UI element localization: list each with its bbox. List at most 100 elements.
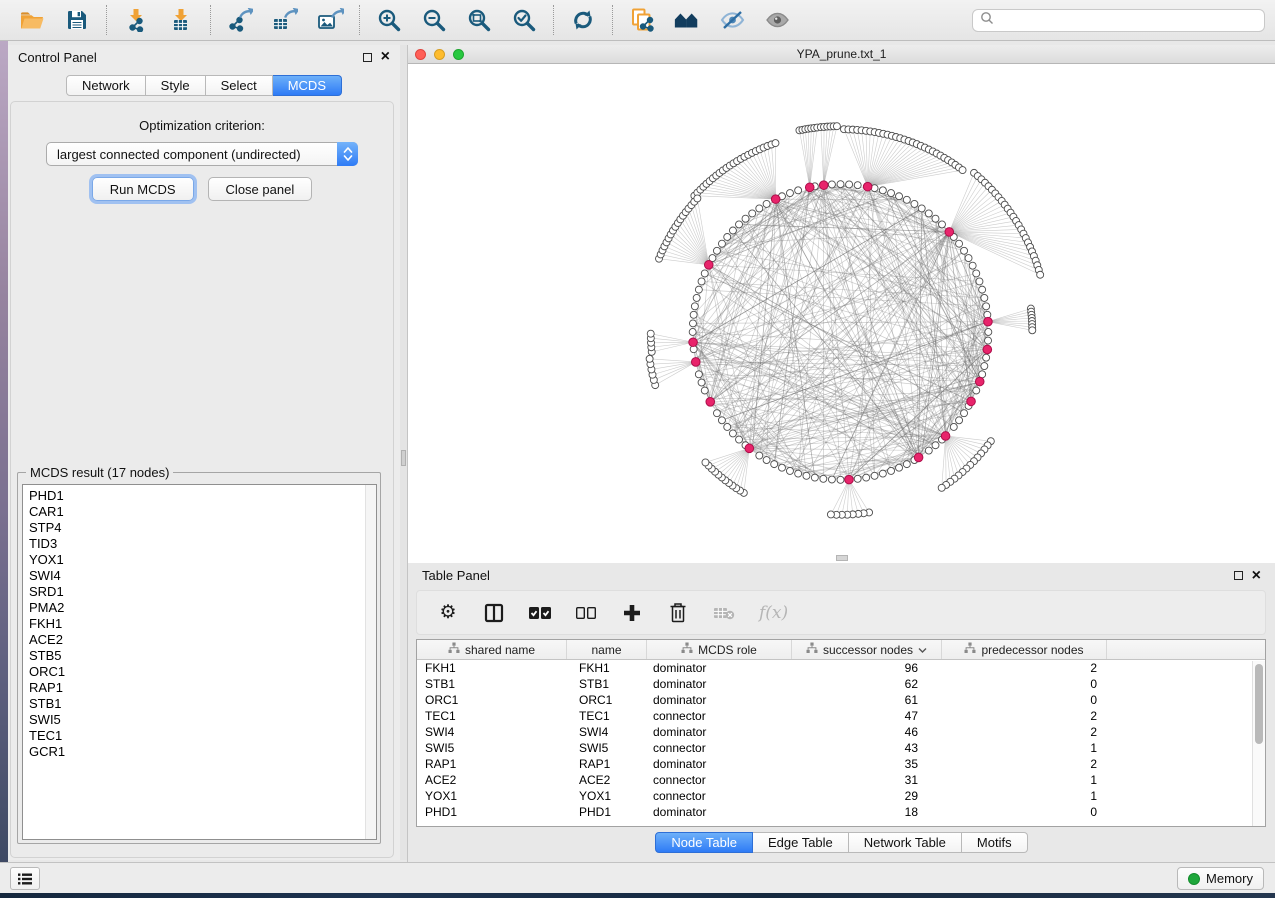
table-row[interactable]: PHD1PHD1dominator180	[417, 804, 1265, 820]
cell: dominator	[647, 804, 792, 820]
float-table-panel-icon[interactable]	[1234, 571, 1243, 580]
zoom-fit-icon[interactable]	[465, 6, 493, 34]
tab-node-table[interactable]: Node Table	[655, 832, 753, 853]
mcds-result-item[interactable]: TID3	[29, 536, 376, 552]
cell: FKH1	[417, 660, 567, 676]
table-row[interactable]: YOX1YOX1connector291	[417, 788, 1265, 804]
tab-select[interactable]: Select	[206, 75, 273, 96]
mcds-result-item[interactable]: SRD1	[29, 584, 376, 600]
window-minimize-icon[interactable]	[434, 49, 445, 60]
table-row[interactable]: TEC1TEC1connector472	[417, 708, 1265, 724]
memory-status-icon	[1188, 873, 1200, 885]
column-header-predecessor-nodes[interactable]: predecessor nodes	[942, 640, 1107, 659]
mcds-result-list[interactable]: PHD1CAR1STP4TID3YOX1SWI4SRD1PMA2FKH1ACE2…	[22, 484, 377, 840]
close-table-panel-icon[interactable]: ×	[1252, 571, 1261, 581]
mcds-result-item[interactable]: SWI5	[29, 712, 376, 728]
export-image-icon[interactable]	[316, 6, 344, 34]
table-row[interactable]: ORC1ORC1dominator610	[417, 692, 1265, 708]
mcds-result-item[interactable]: SWI4	[29, 568, 376, 584]
cell: STB1	[567, 676, 647, 692]
column-header-empty	[1107, 640, 1265, 659]
table-row[interactable]: SWI4SWI4dominator462	[417, 724, 1265, 740]
toggle-columns-icon[interactable]	[483, 601, 505, 625]
mcds-result-item[interactable]: STP4	[29, 520, 376, 536]
run-mcds-button[interactable]: Run MCDS	[92, 177, 194, 201]
table-row[interactable]: ACE2ACE2connector311	[417, 772, 1265, 788]
tab-network-table[interactable]: Network Table	[849, 832, 962, 853]
tab-network[interactable]: Network	[66, 75, 146, 96]
refresh-layout-icon[interactable]	[569, 6, 597, 34]
function-builder-icon: f(x)	[759, 601, 788, 625]
delete-column-icon[interactable]	[667, 601, 689, 625]
zoom-out-icon[interactable]	[420, 6, 448, 34]
zoom-in-icon[interactable]	[375, 6, 403, 34]
new-network-from-selection-icon[interactable]	[628, 6, 656, 34]
column-header-MCDS-role[interactable]: MCDS role	[647, 640, 792, 659]
table-panel: Table Panel × ⚙ f(x) shared namenameMCDS…	[407, 563, 1275, 862]
search-input[interactable]	[999, 13, 1257, 27]
mcds-result-item[interactable]: PHD1	[29, 488, 376, 504]
window-close-icon[interactable]	[415, 49, 426, 60]
mcds-result-item[interactable]: ORC1	[29, 664, 376, 680]
column-label: shared name	[465, 643, 535, 657]
select-all-rows-icon[interactable]	[529, 601, 551, 625]
cell: connector	[647, 740, 792, 756]
export-table-icon[interactable]	[271, 6, 299, 34]
memory-button[interactable]: Memory	[1177, 867, 1264, 890]
tab-edge-table[interactable]: Edge Table	[753, 832, 849, 853]
network-canvas[interactable]	[408, 65, 1275, 563]
panel-splitter[interactable]	[400, 45, 407, 860]
table-settings-gear-icon[interactable]: ⚙	[437, 601, 459, 625]
horizontal-splitter-grip[interactable]	[836, 555, 848, 561]
import-network-icon[interactable]	[122, 6, 150, 34]
cell: SWI5	[417, 740, 567, 756]
mcds-result-item[interactable]: TEC1	[29, 728, 376, 744]
save-icon[interactable]	[63, 6, 91, 34]
close-panel-icon[interactable]: ×	[381, 52, 390, 62]
table-row[interactable]: FKH1FKH1dominator962	[417, 660, 1265, 676]
network-window-titlebar[interactable]: YPA_prune.txt_1	[408, 45, 1275, 64]
dropdown-selected-value: largest connected component (undirected)	[57, 147, 301, 162]
open-file-icon[interactable]	[18, 6, 46, 34]
search-box[interactable]	[972, 9, 1265, 32]
mcds-result-item[interactable]: STB5	[29, 648, 376, 664]
tab-mcds[interactable]: MCDS	[273, 75, 342, 96]
main-toolbar	[0, 0, 1275, 41]
show-all-icon[interactable]	[763, 6, 791, 34]
hide-selected-icon[interactable]	[718, 6, 746, 34]
column-header-successor-nodes[interactable]: successor nodes	[792, 640, 942, 659]
export-network-icon[interactable]	[226, 6, 254, 34]
float-panel-icon[interactable]	[363, 53, 372, 62]
optimization-criterion-dropdown[interactable]: largest connected component (undirected)	[46, 142, 358, 166]
splitter-grip[interactable]	[401, 450, 406, 466]
task-history-button[interactable]	[10, 867, 40, 890]
mcds-result-item[interactable]: GCR1	[29, 744, 376, 760]
mcds-result-item[interactable]: RAP1	[29, 680, 376, 696]
deselect-all-rows-icon[interactable]	[575, 601, 597, 625]
table-row[interactable]: RAP1RAP1dominator352	[417, 756, 1265, 772]
cell: dominator	[647, 756, 792, 772]
mcds-list-scrollbar[interactable]	[365, 485, 376, 839]
mcds-result-item[interactable]: ACE2	[29, 632, 376, 648]
first-neighbors-icon[interactable]	[673, 6, 701, 34]
mcds-result-item[interactable]: CAR1	[29, 504, 376, 520]
add-column-icon[interactable]	[621, 601, 643, 625]
mcds-result-item[interactable]: YOX1	[29, 552, 376, 568]
column-header-shared-name[interactable]: shared name	[417, 640, 567, 659]
table-scrollbar-thumb[interactable]	[1255, 664, 1263, 744]
cell: YOX1	[417, 788, 567, 804]
tab-style[interactable]: Style	[146, 75, 206, 96]
import-table-icon[interactable]	[167, 6, 195, 34]
table-scrollbar[interactable]	[1252, 661, 1265, 826]
mcds-result-item[interactable]: STB1	[29, 696, 376, 712]
mcds-result-item[interactable]: FKH1	[29, 616, 376, 632]
close-panel-button[interactable]: Close panel	[208, 177, 313, 201]
table-row[interactable]: SWI5SWI5connector431	[417, 740, 1265, 756]
mcds-result-item[interactable]: PMA2	[29, 600, 376, 616]
table-row[interactable]: STB1STB1dominator620	[417, 676, 1265, 692]
cell: PHD1	[417, 804, 567, 820]
zoom-selected-icon[interactable]	[510, 6, 538, 34]
column-header-name[interactable]: name	[567, 640, 647, 659]
tab-motifs[interactable]: Motifs	[962, 832, 1028, 853]
window-zoom-icon[interactable]	[453, 49, 464, 60]
